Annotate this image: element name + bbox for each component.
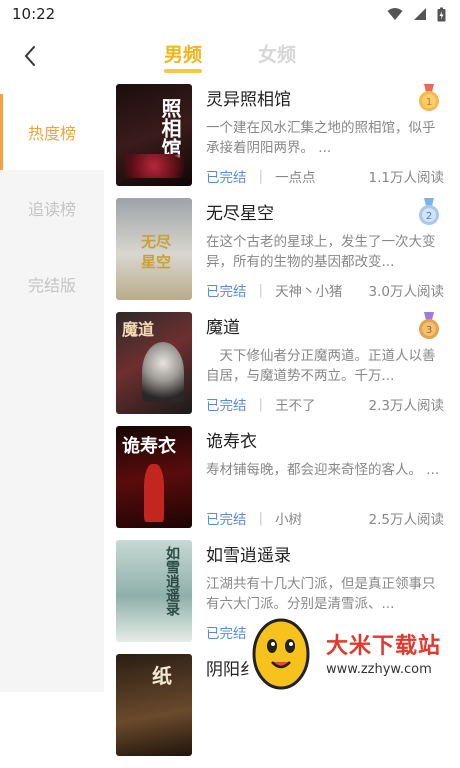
book-cover: 魔道: [116, 312, 192, 414]
book-description: 在这个古老的星球上，发生了一次大变异，所有的生物的基因都改变...: [206, 234, 436, 270]
book-title: 魔道: [206, 318, 240, 338]
medal-rank: 2: [426, 211, 432, 222]
book-title: 无尽星空: [206, 204, 274, 224]
book-title: 诡寿衣: [206, 432, 257, 452]
list-item[interactable]: 无尽星空 无尽星空 2 在这个古老的星球上，发生了一次大变异，所有的生物的基因都…: [104, 198, 460, 312]
meta-divider: |: [258, 510, 264, 526]
tab-active-indicator: [164, 69, 203, 73]
meta-divider: |: [258, 168, 264, 184]
gender-tabs: 男频 女频: [160, 36, 300, 73]
signal-icon: [414, 8, 426, 20]
ranking-sidebar: 热度榜 追读榜 完结版: [0, 94, 104, 692]
mascot-egg-icon: [252, 618, 310, 690]
list-item[interactable]: 魔道 魔道 3 天下修仙者分正魔两道。正道人以善自居，与魔道势不两立。千万...…: [104, 312, 460, 426]
sidebar-item-label: 追读榜: [27, 200, 76, 219]
cover-title: 照相馆: [158, 98, 182, 158]
sidebar-item-label: 完结版: [27, 276, 76, 295]
read-count: 2.5万人阅读: [368, 512, 444, 528]
battery-icon: [437, 7, 446, 21]
sidebar-item-follow[interactable]: 追读榜: [0, 170, 104, 246]
book-cover: 纸: [116, 654, 192, 756]
status-badge: 已完结: [206, 398, 247, 414]
back-button[interactable]: [18, 42, 42, 70]
cover-title: 诡寿衣: [122, 436, 176, 457]
sidebar-item-complete[interactable]: 完结版: [0, 246, 104, 322]
watermark-brand: 大米下载站: [326, 634, 442, 659]
status-badge: 已完结: [206, 170, 247, 186]
status-time: 10:22: [12, 5, 56, 23]
tab-female[interactable]: 女频: [254, 36, 300, 71]
watermark-url: www.zzhyw.com: [326, 662, 432, 677]
book-cover: 如雪逍遥录: [116, 540, 192, 642]
cover-title: 如雪逍遥录: [164, 546, 180, 616]
status-badge: 已完结: [206, 284, 247, 300]
list-item[interactable]: 照相馆 灵异照相馆 1 一个建在风水汇集之地的照相馆，似乎承接着阴阳两界。 ..…: [104, 84, 460, 198]
read-count: 3.0万人阅读: [368, 284, 444, 300]
sidebar-item-label: 热度榜: [27, 124, 76, 143]
read-count: 1.1万人阅读: [368, 170, 444, 186]
book-meta: 已完结 | 天神丶小猪 3.0万人阅读: [206, 280, 444, 300]
meta-divider: |: [258, 396, 264, 412]
medal-rank: 1: [426, 97, 432, 108]
status-icons: [387, 7, 446, 22]
book-cover: 诡寿衣: [116, 426, 192, 528]
list-item[interactable]: 诡寿衣 诡寿衣 寿材铺每晚，都会迎来奇怪的客人。 ... 已完结 | 小树 2.…: [104, 426, 460, 540]
read-count: 2.3万人阅读: [368, 398, 444, 414]
top-header: 男频 女频: [0, 30, 460, 84]
tab-female-label: 女频: [258, 44, 297, 66]
wifi-icon: [387, 8, 403, 20]
book-meta: 已完结 | 一点点 1.1万人阅读: [206, 166, 444, 186]
cover-title: 纸: [152, 664, 172, 688]
book-cover: 无尽星空: [116, 198, 192, 300]
cover-title: 无尽星空: [140, 233, 171, 271]
book-author: 一点点: [275, 170, 316, 186]
tab-male[interactable]: 男频: [160, 36, 206, 73]
cover-title: 魔道: [122, 320, 155, 339]
tab-male-label: 男频: [164, 44, 203, 66]
sidebar-item-hot[interactable]: 热度榜: [0, 94, 104, 170]
status-badge: 已完结: [206, 626, 247, 642]
book-meta: 已完结 | 小树 2.5万人阅读: [206, 508, 444, 528]
book-title: 如雪逍遥录: [206, 546, 291, 566]
bronze-medal-icon: 3: [419, 312, 439, 339]
watermark-logo: 大米下载站 www.zzhyw.com: [250, 608, 460, 692]
back-arrow-icon: [24, 46, 35, 66]
status-badge: 已完结: [206, 512, 247, 528]
silver-medal-icon: 2: [419, 198, 439, 225]
book-description: 寿材铺每晚，都会迎来奇怪的客人。 ...: [206, 462, 440, 478]
status-bar: 10:22: [0, 0, 460, 28]
gold-medal-icon: 1: [419, 84, 439, 111]
meta-divider: |: [258, 282, 264, 298]
book-cover: 照相馆: [116, 84, 192, 186]
book-author: 王不了: [275, 398, 316, 414]
book-title: 灵异照相馆: [206, 90, 291, 110]
medal-rank: 3: [426, 325, 432, 336]
book-author: 天神丶小猪: [275, 284, 343, 300]
book-meta: 已完结 | 王不了 2.3万人阅读: [206, 394, 444, 414]
book-description: 天下修仙者分正魔两道。正道人以善自居，与魔道势不两立。千万...: [206, 348, 436, 384]
book-description: 一个建在风水汇集之地的照相馆，似乎承接着阴阳两界。 ...: [206, 120, 436, 156]
book-author: 小树: [275, 512, 303, 528]
